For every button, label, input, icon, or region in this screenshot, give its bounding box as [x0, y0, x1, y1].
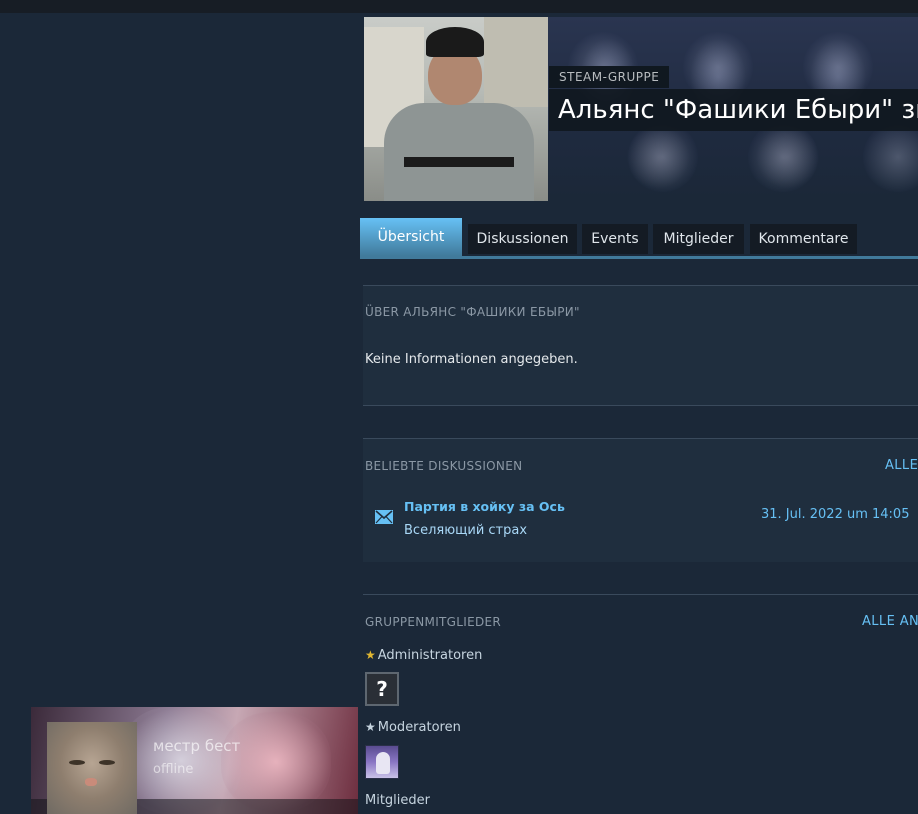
divider	[363, 285, 918, 286]
about-section: ÜBER АЛЬЯНС "ФАШИКИ ЕБЫРИ" Keine Informa…	[363, 285, 918, 406]
discussions-section: BELIEBTE DISKUSSIONEN ALLE Партия в хойк…	[363, 438, 918, 562]
moderators-heading: ★ Moderatoren	[365, 720, 461, 735]
moderators-label: Moderatoren	[377, 720, 461, 735]
members-label: Mitglieder	[365, 793, 430, 808]
discussion-title-link[interactable]: Партия в хойку за Ось	[404, 499, 565, 514]
tab-events[interactable]: Events	[582, 224, 648, 254]
divider	[363, 405, 918, 406]
group-title: Альянс "Фашики Ебыри" зн	[549, 89, 918, 131]
view-all-members-link[interactable]: ALLE AN	[862, 614, 918, 629]
tab-discussions[interactable]: Diskussionen	[468, 224, 577, 254]
divider	[363, 438, 918, 439]
top-navigation-bar	[0, 0, 918, 13]
friend-avatar	[47, 722, 137, 814]
left-column	[0, 13, 360, 814]
friend-name: местр бест	[153, 737, 241, 755]
discussion-author-link[interactable]: Вселяющий страх	[404, 523, 527, 538]
tab-comments[interactable]: Kommentare	[750, 224, 857, 254]
tab-members[interactable]: Mitglieder	[653, 224, 744, 254]
group-tabs: Übersicht Diskussionen Events Mitglieder…	[360, 218, 918, 260]
moderator-avatar[interactable]	[365, 745, 399, 779]
about-title: ÜBER АЛЬЯНС "ФАШИКИ ЕБЫРИ"	[365, 305, 580, 319]
friend-status: offline	[153, 762, 194, 777]
tab-overview[interactable]: Übersicht	[360, 218, 462, 256]
members-section: GRUPPENMITGLIEDER ALLE AN ★ Administrator…	[363, 594, 918, 814]
tab-underline	[360, 256, 918, 259]
admin-avatar[interactable]: ?	[365, 672, 399, 706]
discussions-title: BELIEBTE DISKUSSIONEN	[365, 459, 523, 473]
silver-star-icon: ★	[365, 720, 376, 734]
friend-status-card[interactable]: местр бест offline	[31, 707, 358, 814]
discussion-date: 31. Jul. 2022 um 14:05	[761, 507, 910, 522]
members-title: GRUPPENMITGLIEDER	[365, 615, 502, 629]
group-avatar	[364, 17, 548, 201]
gold-star-icon: ★	[365, 648, 376, 662]
administrators-label: Administratoren	[377, 648, 483, 663]
view-all-discussions-link[interactable]: ALLE	[885, 458, 918, 473]
group-type-label: STEAM-GRUPPE	[549, 66, 670, 88]
about-text: Keine Informationen angegeben.	[365, 352, 578, 367]
envelope-icon	[375, 510, 393, 524]
divider	[363, 594, 918, 595]
administrators-heading: ★ Administratoren	[365, 648, 482, 663]
